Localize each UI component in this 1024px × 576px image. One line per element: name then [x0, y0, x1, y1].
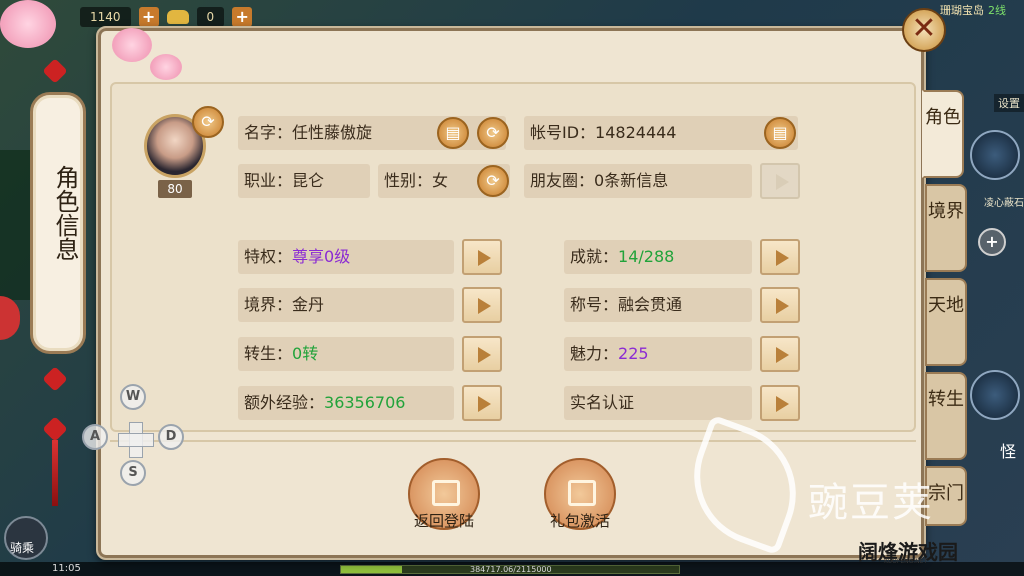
- friends-field: 朋友圈：0条新信息: [524, 164, 752, 198]
- job-value: 昆仑: [292, 171, 325, 190]
- charm-field: 魅力：225: [564, 337, 752, 371]
- currency1-add-button[interactable]: +: [138, 7, 159, 27]
- realname-arrow-button[interactable]: [760, 385, 800, 421]
- skill-orb-button[interactable]: [970, 130, 1020, 180]
- currency1-value: 1140: [80, 7, 131, 27]
- account-id-value: 14824444: [595, 123, 677, 142]
- left-red-tab[interactable]: [0, 296, 20, 340]
- rebirth-arrow-button[interactable]: [462, 336, 502, 372]
- achievement-arrow-button[interactable]: [760, 239, 800, 275]
- rebirth-value: 0转: [292, 344, 319, 363]
- dpad-down-key[interactable]: S: [120, 460, 146, 486]
- level-badge: 80: [158, 180, 192, 198]
- site-watermark-sub: KUOFENG.NET: [884, 558, 928, 565]
- copy-id-button[interactable]: ▤: [764, 117, 796, 149]
- charm-arrow-button[interactable]: [760, 336, 800, 372]
- achievement-value: 14/288: [618, 247, 675, 266]
- rename-button[interactable]: ⟳: [477, 117, 509, 149]
- dpad-up-key[interactable]: W: [120, 384, 146, 410]
- privilege-field: 特权：尊享0级: [238, 240, 454, 274]
- panel-title: 角色信息: [51, 165, 79, 261]
- realname-label: 实名认证: [570, 393, 635, 412]
- rebirth-field: 转生：0转: [238, 337, 454, 371]
- charm-value: 225: [618, 344, 649, 363]
- realm-arrow-button[interactable]: [462, 287, 502, 323]
- gift-activate-label: 礼包激活: [549, 512, 610, 530]
- title-scroll: 角色信息: [30, 92, 86, 354]
- gender-label: 性别：: [384, 171, 433, 190]
- tassel-decoration: [52, 440, 58, 506]
- knot-decoration: [42, 366, 68, 392]
- mount-label: 骑乘: [10, 541, 35, 555]
- tab-rebirth[interactable]: 转生: [925, 372, 967, 460]
- job-field: 职业：昆仑: [238, 164, 370, 198]
- name-value: 任性藤傲旋: [292, 123, 373, 142]
- exp-bar-fill: [341, 566, 402, 573]
- clock: 11:05: [52, 563, 81, 574]
- change-gender-button[interactable]: ⟳: [477, 165, 509, 197]
- blossom-decoration: [112, 28, 152, 62]
- gender-value: 女: [432, 171, 449, 190]
- privilege-value: 尊享0级: [292, 247, 351, 266]
- map-line: 2线: [988, 4, 1006, 17]
- attack-orb-button[interactable]: [970, 370, 1020, 420]
- realm-value: 金丹: [292, 295, 325, 314]
- map-name-label: 珊瑚宝岛 2线: [940, 2, 1006, 18]
- currency2-add-button[interactable]: +: [232, 7, 253, 27]
- dpad-left-key[interactable]: A: [82, 424, 108, 450]
- map-name: 珊瑚宝岛: [940, 4, 984, 17]
- title-arrow-button[interactable]: [760, 287, 800, 323]
- account-id-label: 帐号ID：: [530, 123, 596, 142]
- wandoujia-watermark: 豌豆荚: [808, 480, 934, 526]
- extra-exp-field: 额外经验：36356706: [238, 386, 454, 420]
- close-button[interactable]: ✕: [902, 8, 946, 52]
- realm-label: 境界：: [244, 295, 293, 314]
- name-label: 名字：: [244, 123, 293, 142]
- privilege-arrow-button[interactable]: [462, 239, 502, 275]
- change-avatar-button[interactable]: ⟳: [192, 106, 224, 138]
- right-skill-label: 凌心蔽石: [984, 198, 1024, 209]
- rebirth-label: 转生：: [244, 344, 293, 363]
- dpad-right-key[interactable]: D: [158, 424, 184, 450]
- title-field: 称号：融会贯通: [564, 288, 752, 322]
- realname-field: 实名认证: [564, 386, 752, 420]
- job-label: 职业：: [244, 171, 293, 190]
- extra-exp-label: 额外经验：: [244, 393, 325, 412]
- charm-label: 魅力：: [570, 344, 619, 363]
- blossom-decoration: [0, 0, 56, 48]
- settings-label[interactable]: 设置: [994, 94, 1024, 112]
- extra-exp-arrow-button[interactable]: [462, 385, 502, 421]
- tab-heaven-earth[interactable]: 天地: [925, 278, 967, 366]
- title-value: 融会贯通: [618, 295, 683, 314]
- logout-icon: [432, 480, 460, 506]
- account-id-field: 帐号ID：14824444: [524, 116, 798, 150]
- achievement-field: 成就：14/288: [564, 240, 752, 274]
- friends-value: 0条新信息: [594, 171, 669, 190]
- tab-character[interactable]: 角色: [922, 90, 964, 178]
- ingot-icon: [166, 10, 189, 24]
- top-resource-bar: 1140 + 0 +: [80, 6, 253, 28]
- exp-text: 384717.06/2115000: [470, 565, 552, 574]
- title-label: 称号：: [570, 295, 619, 314]
- currency2-value: 0: [196, 7, 225, 27]
- tab-realm[interactable]: 境界: [925, 184, 967, 272]
- copy-name-button[interactable]: ▤: [437, 117, 469, 149]
- friends-arrow-button[interactable]: [760, 163, 800, 199]
- movement-dpad[interactable]: W A D S: [80, 384, 190, 494]
- blossom-decoration: [150, 54, 182, 80]
- gift-icon: [568, 480, 596, 506]
- achievement-label: 成就：: [570, 247, 619, 266]
- right-add-button[interactable]: +: [978, 228, 1006, 256]
- friends-label: 朋友圈：: [530, 171, 595, 190]
- privilege-label: 特权：: [244, 247, 293, 266]
- monster-label: 怪: [999, 442, 1016, 461]
- knot-decoration: [42, 416, 68, 442]
- realm-field: 境界：金丹: [238, 288, 454, 322]
- dpad-cross-icon[interactable]: [118, 422, 154, 458]
- knot-decoration: [42, 58, 68, 84]
- return-login-label: 返回登陆: [413, 512, 474, 530]
- extra-exp-value: 36356706: [324, 393, 406, 412]
